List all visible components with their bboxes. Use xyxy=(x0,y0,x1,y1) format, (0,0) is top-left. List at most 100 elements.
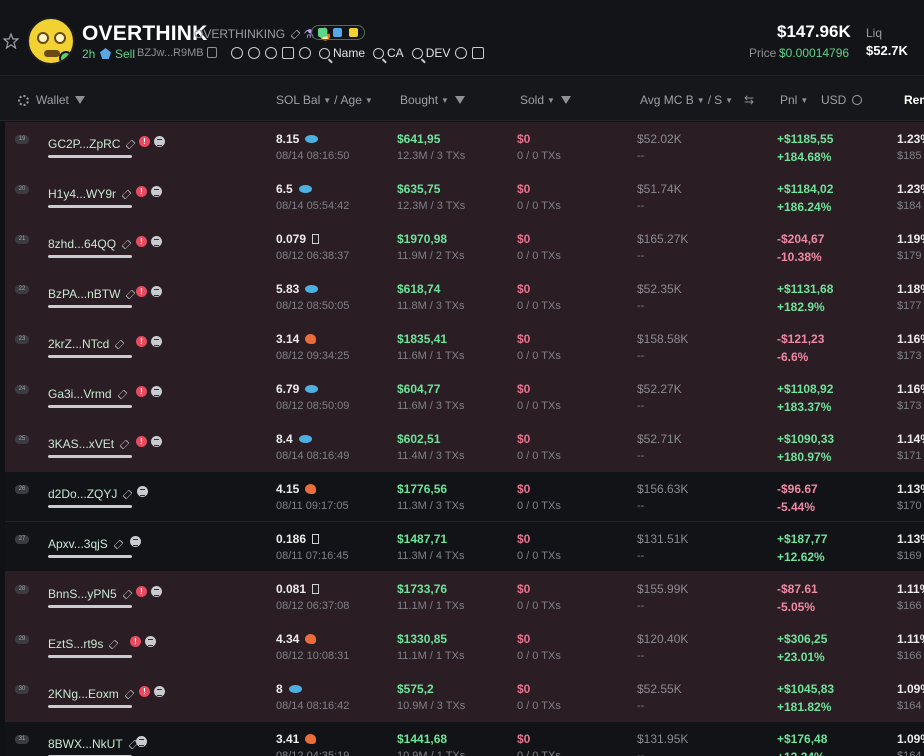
wallet-address[interactable]: BzPA...nBTW xyxy=(48,287,136,301)
col-bought[interactable]: Bought ▼ xyxy=(400,93,465,107)
globe-icon[interactable] xyxy=(231,47,243,59)
warning-badge-icon[interactable]: ! xyxy=(136,436,147,447)
table-row[interactable]: 31 8BWX...NkUT 3.41 08/12 04:35:19 $1441,68 1… xyxy=(5,722,924,756)
pencil-icon[interactable] xyxy=(117,389,128,400)
table-row[interactable]: 22 BzPA...nBTW! 5.83 08/12 08:50:05 $618,74 1… xyxy=(5,272,924,322)
swap-icon[interactable]: ⇆ xyxy=(744,93,754,107)
pencil-icon[interactable] xyxy=(121,189,132,200)
menu-badge-icon[interactable] xyxy=(151,236,162,247)
usd-toggle-icon[interactable] xyxy=(852,95,863,105)
pencil-icon[interactable] xyxy=(126,289,136,300)
pnl-value: +$1090,33 xyxy=(777,432,835,446)
search-dev[interactable]: DEV xyxy=(411,46,450,60)
warning-badge-icon[interactable]: ! xyxy=(136,586,147,597)
wallet-address[interactable]: 8zhd...64QQ xyxy=(48,237,132,251)
menu-badge-icon[interactable] xyxy=(151,336,162,347)
warning-badge-icon[interactable]: ! xyxy=(136,286,147,297)
menu-badge-icon[interactable] xyxy=(145,636,156,647)
wallet-address[interactable]: GC2P...ZpRC xyxy=(48,137,136,151)
wallet-address[interactable]: Ga3i...Vrmd xyxy=(48,387,128,401)
copy-icon[interactable] xyxy=(207,47,217,58)
table-row[interactable]: 23 2krZ...NTcd! 3.14 08/12 09:34:25 $1835,41… xyxy=(5,322,924,372)
menu-badge-icon[interactable] xyxy=(136,736,147,747)
menu-badge-icon[interactable] xyxy=(151,436,162,447)
menu-badge-icon[interactable] xyxy=(151,386,162,397)
menu-icon[interactable] xyxy=(299,47,311,59)
table-row[interactable]: 21 8zhd...64QQ! 0.079 08/12 06:38:37 $1970,9… xyxy=(5,222,924,272)
pencil-icon[interactable] xyxy=(290,29,301,40)
sold-value: $0 xyxy=(517,532,531,546)
warning-badge-icon[interactable]: ! xyxy=(139,686,150,697)
warning-badge-icon[interactable]: ! xyxy=(136,336,147,347)
holding-age: 08/14 08:16:49 xyxy=(276,450,350,462)
filter-icon[interactable] xyxy=(454,96,465,104)
pnl-percent: +23.01% xyxy=(777,650,825,664)
menu-badge-icon[interactable] xyxy=(154,136,165,147)
filter-icon[interactable] xyxy=(560,96,571,104)
col-avg-mc[interactable]: Avg MC B ▼ / S ▼ ⇆ xyxy=(640,93,754,107)
share-icon[interactable] xyxy=(455,47,468,59)
wallet-address[interactable]: d2Do...ZQYJ xyxy=(48,487,133,501)
pencil-icon[interactable] xyxy=(119,439,130,450)
pencil-icon[interactable] xyxy=(113,539,124,550)
market-cap: $147.96K xyxy=(777,22,851,41)
wallet-address[interactable]: Apxv...3qjS xyxy=(48,537,124,551)
menu-badge-icon[interactable] xyxy=(130,536,141,547)
warning-badge-icon[interactable]: ! xyxy=(139,136,150,147)
table-row[interactable]: 25 3KAS...xVEt! 8.4 08/14 08:16:49 $602,51 11… xyxy=(5,422,924,472)
token-address[interactable]: BZJw...R9MB xyxy=(137,47,204,59)
pencil-icon[interactable] xyxy=(122,489,133,500)
wallet-address[interactable]: BnnS...yPN5 xyxy=(48,587,133,601)
pencil-icon[interactable] xyxy=(108,639,119,650)
col-wallet[interactable]: Wallet xyxy=(18,93,85,107)
pencil-icon[interactable] xyxy=(114,339,125,350)
table-row[interactable]: 19 GC2P...ZpRC! 8.15 08/14 08:16:50 $641,95 1… xyxy=(5,122,924,172)
gear-icon[interactable] xyxy=(18,94,29,106)
sell-label[interactable]: Sell xyxy=(115,47,135,61)
table-row[interactable]: 28 BnnS...yPN5! 0.081 08/12 06:37:08 $1733,7… xyxy=(5,572,924,622)
menu-badge-icon[interactable] xyxy=(154,686,165,697)
wallet-address[interactable]: 2krZ...NTcd xyxy=(48,337,125,351)
alert-icon[interactable] xyxy=(265,47,277,59)
menu-badge-icon[interactable] xyxy=(151,186,162,197)
rank-badge: 23 xyxy=(15,335,29,344)
sold-sub: 0 / 0 TXs xyxy=(517,600,561,612)
table-row[interactable]: 30 2KNg...Eoxm! 8 08/14 08:16:42 $575,2 10.9M… xyxy=(5,672,924,722)
rank-badge: 24 xyxy=(15,385,29,394)
menu-badge-icon[interactable] xyxy=(137,486,148,497)
table-row[interactable]: 27 Apxv...3qjS 0.186 08/11 07:16:45 $1487,71… xyxy=(5,522,924,572)
col-remaining[interactable]: Rem xyxy=(904,93,924,107)
col-sold[interactable]: Sold ▼ xyxy=(520,93,571,107)
table-row[interactable]: 26 d2Do...ZQYJ 4.15 08/11 09:17:05 $1776,56 1… xyxy=(5,472,924,522)
pencil-icon[interactable] xyxy=(122,589,133,600)
wallet-address[interactable]: 8BWX...NkUT xyxy=(48,737,139,751)
pencil-icon[interactable] xyxy=(121,239,132,250)
warning-badge-icon[interactable]: ! xyxy=(136,186,147,197)
col-sol-bal[interactable]: SOL Bal ▼ / Age ▼ xyxy=(276,93,373,107)
paper-plane-icon[interactable] xyxy=(282,47,294,59)
wallet-address[interactable]: EztS...rt9s xyxy=(48,637,119,651)
table-row[interactable]: 20 H1y4...WY9r! 6.5 08/14 05:54:42 $635,75 12… xyxy=(5,172,924,222)
star-icon[interactable] xyxy=(3,33,19,49)
menu-badge-icon[interactable] xyxy=(151,286,162,297)
pill-badge xyxy=(311,25,365,40)
search-name[interactable]: Name xyxy=(319,46,365,60)
crown-icon[interactable] xyxy=(472,47,485,59)
warning-badge-icon[interactable]: ! xyxy=(130,636,141,647)
user-icon[interactable] xyxy=(248,47,260,59)
wallet-address[interactable]: 2KNg...Eoxm xyxy=(48,687,135,701)
col-pnl[interactable]: Pnl ▼ USD xyxy=(780,93,863,107)
pencil-icon[interactable] xyxy=(124,689,135,700)
search-ca[interactable]: CA xyxy=(373,46,404,60)
menu-badge-icon[interactable] xyxy=(151,586,162,597)
wallet-address[interactable]: H1y4...WY9r xyxy=(48,187,132,201)
wallet-address[interactable]: 3KAS...xVEt xyxy=(48,437,130,451)
pencil-icon[interactable] xyxy=(126,139,136,150)
remaining-percent: 1.23% xyxy=(897,182,924,196)
shrimp-icon xyxy=(305,484,317,494)
table-row[interactable]: 24 Ga3i...Vrmd! 6.79 08/12 08:50:09 $604,77 1… xyxy=(5,372,924,422)
table-row[interactable]: 29 EztS...rt9s! 4.34 08/12 10:08:31 $1330,85… xyxy=(5,622,924,672)
warning-badge-icon[interactable]: ! xyxy=(136,386,147,397)
warning-badge-icon[interactable]: ! xyxy=(136,236,147,247)
filter-icon[interactable] xyxy=(74,96,85,104)
